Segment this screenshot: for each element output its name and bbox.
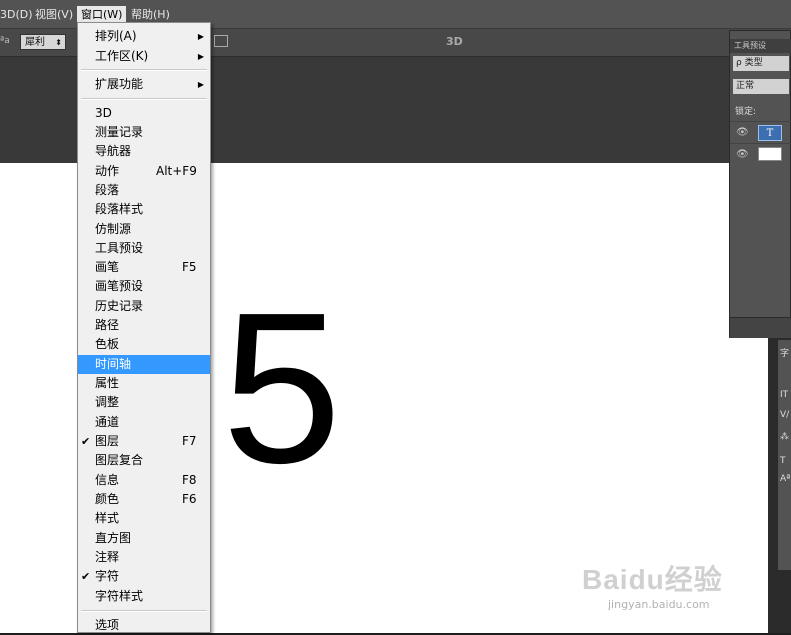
panels-toggle-icon[interactable] [214,35,228,47]
menu-item-options[interactable]: 选项 [78,616,210,635]
char-glyph: T [780,456,786,466]
menu-item-color[interactable]: 颜色 F6 [78,490,210,509]
lock-label: 锁定: [735,107,757,117]
char-glyph: V/ [780,410,790,420]
char-glyph: 字 [780,349,790,359]
menu-item-extensions[interactable]: 扩展功能 ▶ [78,75,210,94]
menu-item-brush[interactable]: 画笔 F5 [78,258,210,277]
menu-item-histogram[interactable]: 直方图 [78,529,210,548]
menu-item-history[interactable]: 历史记录 [78,297,210,316]
shortcut-label: F6 [182,492,197,506]
shortcut-label: F5 [182,260,197,274]
menu-item-properties[interactable]: 属性 [78,374,210,393]
menu-separator [81,98,207,100]
menu-item-workspace[interactable]: 工作区(K) ▶ [78,47,210,66]
menu-item-layers[interactable]: ✔ 图层 F7 [78,432,210,451]
menu-item-layer-comps[interactable]: 图层复合 [78,451,210,470]
watermark-url: jingyan.baidu.com [608,598,710,611]
eye-icon[interactable]: 👁 [736,149,749,160]
anti-alias-select[interactable]: 犀利 ⬍ [20,34,66,50]
layer-kind-filter[interactable]: ρ 类型 [733,56,789,71]
menu-item-notes[interactable]: 注释 [78,548,210,567]
menu-item-brush-presets[interactable]: 画笔预设 [78,277,210,296]
blend-mode-select[interactable]: 正常 [733,79,789,94]
menu-item-paragraph[interactable]: 段落 [78,181,210,200]
menu-view[interactable]: 视图(V) [31,6,77,24]
canvas-text-layer: 5 [222,267,342,508]
layer-row-background[interactable]: 👁 [730,143,791,166]
menu-item-clone-source[interactable]: 仿制源 [78,220,210,239]
menu-item-swatches[interactable]: 色板 [78,335,210,354]
menu-item-styles[interactable]: 样式 [78,509,210,528]
panel-footer [730,317,791,338]
character-panel: 字 IT V/ ⁂ T Aª [777,340,791,570]
menu-item-adjustments[interactable]: 调整 [78,393,210,412]
anti-alias-icon: ªa [0,36,10,46]
char-glyph: IT [780,390,789,400]
baidu-watermark: Baidu经验 jingyan.baidu.com [582,548,772,618]
background-layer-thumbnail [758,147,782,161]
shortcut-label: F8 [182,473,197,487]
submenu-arrow-icon: ▶ [197,32,204,41]
3d-mode-label[interactable]: 3D [446,35,463,48]
menu-item-arrange[interactable]: 排列(A) ▶ [78,27,210,46]
panel-tabs: 工具预设 [730,39,791,53]
menu-item-paragraph-styles[interactable]: 段落样式 [78,200,210,219]
menu-item-character[interactable]: ✔ 字符 [78,567,210,586]
menu-item-info[interactable]: 信息 F8 [78,471,210,490]
submenu-arrow-icon: ▶ [197,80,204,89]
menu-item-paths[interactable]: 路径 [78,316,210,335]
layer-row-text[interactable]: 👁 T [730,121,791,144]
menu-item-actions[interactable]: 动作 Alt+F9 [78,162,210,181]
baidu-logo: Baidu经验 [582,564,723,595]
menu-item-channels[interactable]: 通道 [78,413,210,432]
layers-panel: 工具预设 ρ 类型 正常 锁定: 👁 T 👁 [729,30,791,338]
menu-item-character-styles[interactable]: 字符样式 [78,587,210,606]
submenu-arrow-icon: ▶ [197,52,204,61]
anti-alias-value: 犀利 [25,37,45,48]
menu-item-measurement-log[interactable]: 测量记录 [78,123,210,142]
shortcut-label: F7 [182,434,197,448]
checkmark-icon: ✔ [81,435,91,448]
eye-icon[interactable]: 👁 [736,127,749,138]
menu-item-3d[interactable]: 3D [78,104,210,123]
char-glyph: Aª [780,474,791,484]
menu-separator [81,610,207,612]
menu-item-timeline[interactable]: 时间轴 [78,355,210,374]
chevron-down-icon: ⬍ [55,38,62,47]
char-glyph: ⁂ [780,432,789,442]
menu-item-navigator[interactable]: 导航器 [78,142,210,161]
shortcut-label: Alt+F9 [156,164,197,178]
text-layer-thumbnail: T [758,125,782,141]
checkmark-icon: ✔ [81,570,91,583]
window-menu-dropdown: 排列(A) ▶ 工作区(K) ▶ 扩展功能 ▶ 3D 测量记录 导航器 动作 A… [77,22,211,633]
menu-item-tool-presets[interactable]: 工具预设 [78,239,210,258]
tab-tool-presets[interactable]: 工具预设 [734,40,766,51]
menu-separator [81,69,207,71]
